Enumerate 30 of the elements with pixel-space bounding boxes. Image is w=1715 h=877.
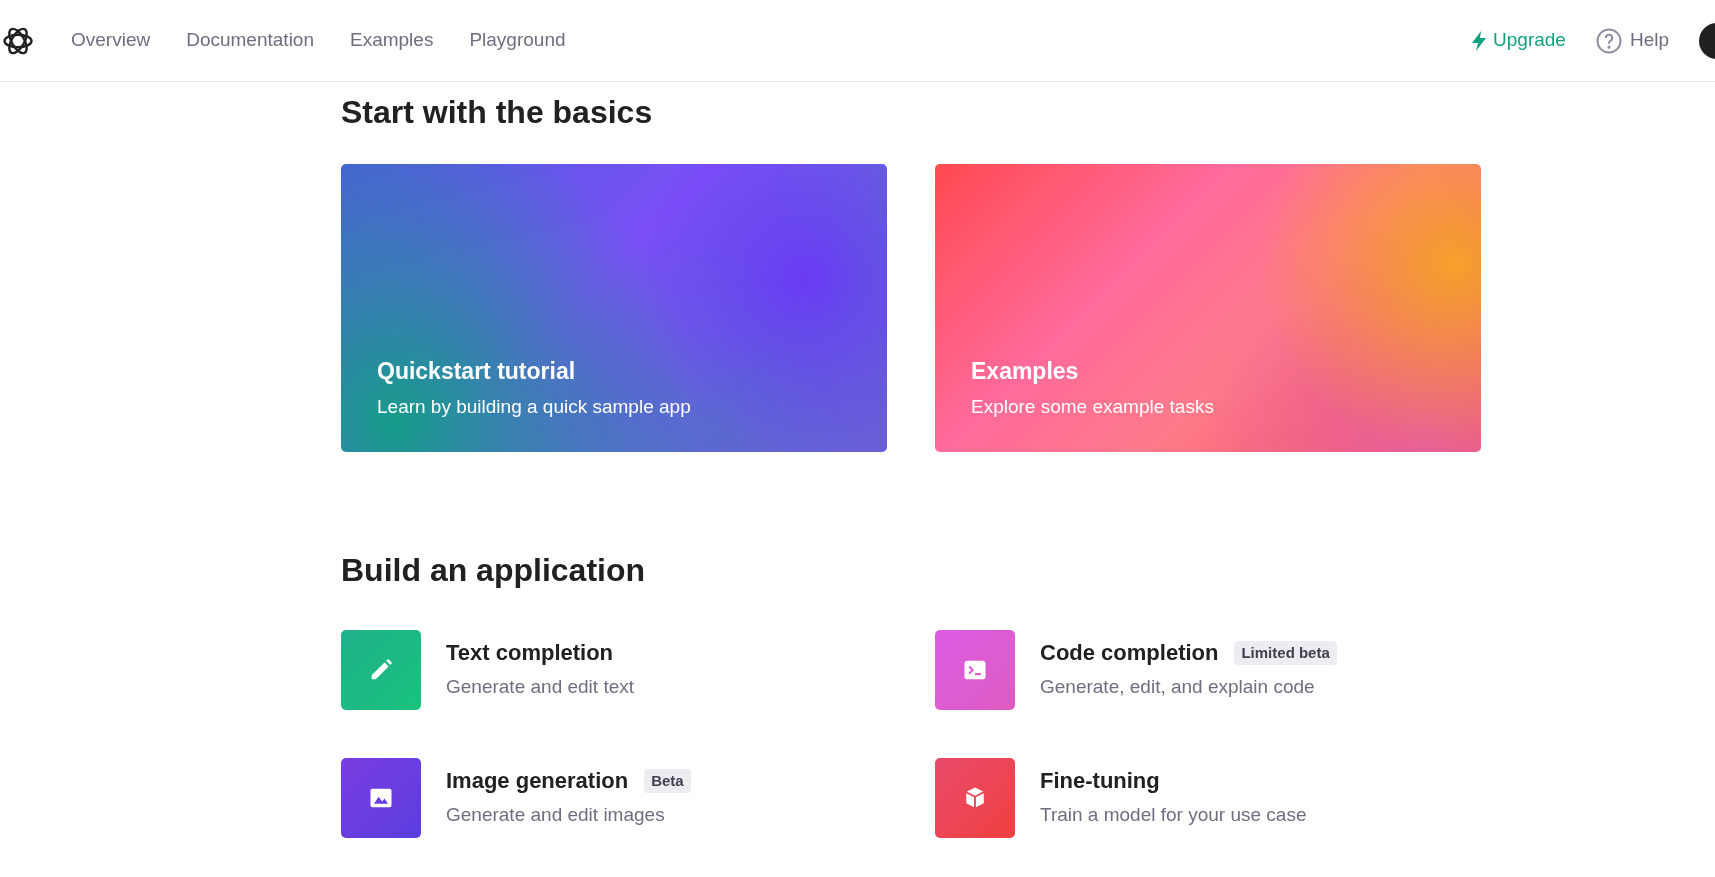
upgrade-link[interactable]: Upgrade xyxy=(1471,26,1566,55)
image-tile[interactable] xyxy=(341,758,421,838)
terminal-tile[interactable] xyxy=(935,630,1015,710)
nav-link[interactable]: Playground xyxy=(469,26,566,55)
nav-link[interactable]: Overview xyxy=(71,26,151,55)
card-subtitle: Learn by building a quick sample app xyxy=(377,395,692,419)
item-description: Generate and edit text xyxy=(446,675,634,699)
tutorial-card[interactable]: Quickstart tutorial Learn by building a quick sample app xyxy=(341,164,887,452)
status-badge: Limited beta xyxy=(1234,640,1337,666)
nav-link[interactable]: Examples xyxy=(350,26,434,55)
nav-link[interactable]: Documentation xyxy=(186,26,314,55)
card-subtitle: Explore some example tasks xyxy=(971,395,1215,419)
section-heading: Build an application xyxy=(341,551,646,590)
item-title[interactable]: Text completion xyxy=(446,638,614,668)
card-title: Quickstart tutorial xyxy=(377,357,577,386)
item-description: Generate and edit images xyxy=(446,803,666,827)
lightning-icon xyxy=(1471,30,1488,51)
section-heading: Start with the basics xyxy=(341,93,654,132)
help-icon xyxy=(1595,27,1622,54)
item-description: Train a model for your use case xyxy=(1040,803,1307,827)
item-title[interactable]: Code completion xyxy=(1040,638,1219,668)
item-title[interactable]: Image generation xyxy=(446,766,629,796)
item-title[interactable]: Fine-tuning xyxy=(1040,766,1160,796)
pencil-tile[interactable] xyxy=(341,630,421,710)
cube-tile[interactable] xyxy=(935,758,1015,838)
item-description: Generate, edit, and explain code xyxy=(1040,675,1316,699)
card-title: Examples xyxy=(971,357,1080,386)
tutorial-card[interactable]: Examples Explore some example tasks xyxy=(935,164,1481,452)
help-link[interactable]: Help xyxy=(1595,26,1669,55)
status-badge: Beta xyxy=(644,768,691,794)
